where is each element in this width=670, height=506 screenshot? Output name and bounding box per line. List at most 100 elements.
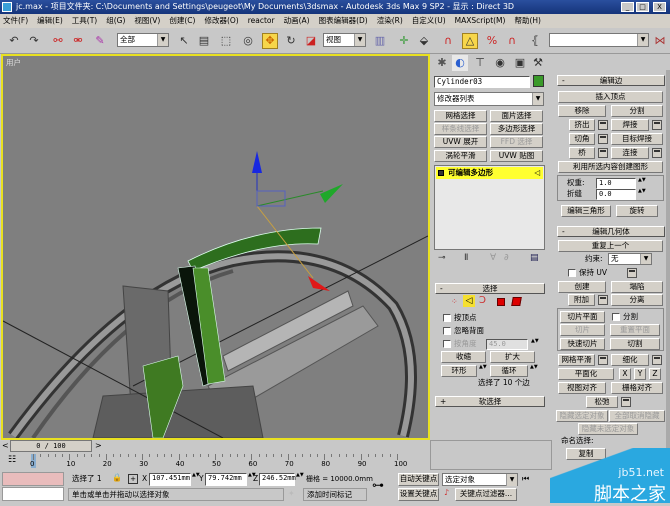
create-shape-button[interactable]: 利用所选内容创建图形 — [558, 161, 663, 173]
attach-button[interactable]: 附加 — [568, 294, 595, 306]
selection-rollout-header[interactable]: - 选择 — [435, 283, 545, 294]
z-spinner[interactable]: ▲▼ — [296, 473, 304, 484]
meshsmooth-settings-icon[interactable] — [598, 355, 608, 365]
panel-scrollbar[interactable] — [666, 70, 670, 470]
time-slider-thumb[interactable]: 0 / 100 — [10, 440, 92, 452]
menu-tools[interactable]: 工具(T) — [72, 14, 97, 28]
planar-y-button[interactable]: Y — [634, 368, 646, 380]
by-vertex-checkbox[interactable] — [443, 314, 451, 322]
collapse-button[interactable]: 塌陷 — [611, 281, 663, 293]
bridge-settings-icon[interactable] — [598, 148, 608, 158]
planar-z-button[interactable]: Z — [649, 368, 661, 380]
ignore-backfacing-checkbox[interactable] — [443, 327, 451, 335]
ring-button[interactable]: 环形 — [441, 365, 477, 377]
border-mode-icon[interactable]: Ɔ — [479, 295, 486, 306]
select-manipulate-icon[interactable]: ✛ — [396, 33, 412, 49]
edit-triangulation-button[interactable]: 编辑三角形 — [561, 205, 611, 217]
spline-select-button[interactable]: 样条线选择 — [434, 123, 487, 135]
patch-select-button[interactable]: 面片选择 — [490, 110, 543, 122]
slice-button[interactable]: 切片 — [560, 324, 605, 336]
motion-tab-icon[interactable]: ◉ — [492, 55, 508, 71]
rotate-icon[interactable]: ↻ — [283, 33, 299, 49]
pin-stack-icon[interactable]: ⊸ — [438, 253, 446, 263]
ffd-select-button[interactable]: FFD 选择 — [490, 136, 543, 148]
extrude-settings-icon[interactable] — [598, 120, 608, 130]
spinner-snap-icon[interactable]: ∩ — [504, 33, 520, 49]
poly-select-button[interactable]: 多边形选择 — [490, 123, 543, 135]
angle-spinner[interactable]: ▲▼ — [531, 339, 539, 350]
time-slider-track[interactable]: < 0 / 100 > — [0, 440, 430, 453]
bind-spacewarp-icon[interactable]: ✎ — [92, 33, 108, 49]
weld-settings-icon[interactable] — [652, 120, 662, 130]
object-name-input[interactable]: Cylinder03 — [434, 76, 530, 88]
menu-reactor[interactable]: reactor — [248, 14, 275, 28]
relax-settings-icon[interactable] — [621, 397, 631, 407]
extrude-button[interactable]: 挤出 — [569, 119, 595, 131]
menu-views[interactable]: 视图(V) — [134, 14, 160, 28]
split-checkbox[interactable] — [612, 313, 620, 321]
connect-settings-icon[interactable] — [652, 148, 662, 158]
scale-icon[interactable]: ◪ — [303, 33, 319, 49]
select-by-name-icon[interactable]: ▤ — [196, 33, 212, 49]
attach-settings-icon[interactable] — [598, 295, 608, 305]
show-end-result-icon[interactable]: Ⅱ — [464, 253, 468, 263]
constraint-dropdown[interactable]: 无 ▼ — [608, 253, 652, 265]
selection-filter-dropdown[interactable]: 全部 ▼ — [117, 33, 169, 47]
angle-snap-icon[interactable]: △ — [462, 33, 478, 49]
viewport-user[interactable]: 用户 — [1, 54, 430, 440]
loop-spinner[interactable]: ▲▼ — [530, 365, 538, 376]
curve-editor-icon[interactable]: ☷ — [8, 455, 16, 465]
create-button[interactable]: 创建 — [558, 281, 606, 293]
next-frame-icon[interactable]: > — [95, 441, 102, 450]
select-link-icon[interactable]: ⚯ — [50, 33, 66, 49]
absolute-mode-icon[interactable]: + — [128, 474, 138, 484]
detach-button[interactable]: 分离 — [611, 294, 663, 306]
menu-edit[interactable]: 编辑(E) — [37, 14, 63, 28]
element-mode-icon[interactable] — [511, 297, 522, 306]
set-key-icon[interactable]: ⊶ — [372, 478, 384, 492]
slice-plane-button[interactable]: 切片平面 — [560, 311, 605, 323]
uvw-unwrap-button[interactable]: UVW 展开 — [434, 136, 487, 148]
pivot-center-icon[interactable]: ▥ — [372, 33, 388, 49]
polygon-mode-icon[interactable] — [497, 298, 505, 306]
track-bar[interactable]: ☷ 0 10 20 30 40 50 60 70 80 90 100 — [0, 453, 430, 470]
tessellate-button[interactable]: 细化 — [611, 354, 649, 366]
utilities-tab-icon[interactable]: ⚒ — [530, 55, 546, 71]
mirror-icon[interactable]: ⋈ — [652, 33, 668, 49]
chamfer-settings-icon[interactable] — [598, 134, 608, 144]
select-object-icon[interactable]: ↖ — [176, 33, 192, 49]
menu-maxscript[interactable]: MAXScript(M) — [455, 14, 506, 28]
preserve-uv-checkbox[interactable] — [568, 269, 576, 277]
close-button[interactable]: X — [653, 2, 666, 12]
z-coord-input[interactable]: 246.52mm — [259, 473, 296, 486]
window-crossing-icon[interactable]: ◎ — [240, 33, 256, 49]
menu-modifiers[interactable]: 修改器(O) — [204, 14, 238, 28]
object-color-swatch[interactable] — [533, 75, 544, 87]
target-weld-button[interactable]: 目标焊接 — [611, 133, 663, 145]
named-selection-dropdown[interactable]: ▼ — [549, 33, 649, 47]
crease-spinner[interactable]: ▲▼ — [638, 189, 646, 200]
weight-input[interactable]: 1.0 — [596, 178, 636, 189]
lock-selection-icon[interactable]: 🔒 — [112, 473, 122, 482]
set-key-button[interactable]: 设置关键点 — [398, 488, 439, 501]
quickslice-button[interactable]: 快速切片 — [560, 338, 605, 350]
minimize-button[interactable]: _ — [621, 2, 634, 12]
hide-unselected-button[interactable]: 隐藏未选定对象 — [578, 423, 638, 435]
view-align-button[interactable]: 视图对齐 — [558, 382, 606, 394]
grid-align-button[interactable]: 栅格对齐 — [611, 382, 663, 394]
vertex-mode-icon[interactable]: ⁘ — [451, 297, 458, 306]
menu-customize[interactable]: 自定义(U) — [412, 14, 446, 28]
percent-snap-icon[interactable]: % — [484, 33, 500, 49]
turbosmooth-button[interactable]: 涡轮平滑 — [434, 150, 487, 162]
connect-button[interactable]: 连接 — [611, 147, 649, 159]
light-bulb-icon[interactable]: ◁ — [534, 167, 540, 179]
make-unique-icon[interactable]: ∀ — [490, 253, 496, 263]
configure-modifier-sets-icon[interactable]: ▤ — [530, 253, 539, 263]
menu-create[interactable]: 创建(C) — [169, 14, 195, 28]
modifier-list-dropdown[interactable]: 修改器列表 ▼ — [434, 92, 544, 106]
x-coord-input[interactable]: 107.451mm — [149, 473, 191, 486]
edit-named-selection-icon[interactable]: ⦃ — [527, 33, 543, 49]
menu-file[interactable]: 文件(F) — [3, 14, 28, 28]
reference-coord-dropdown[interactable]: 视图 ▼ — [323, 33, 366, 47]
edit-edges-rollout-header[interactable]: - 编辑边 — [557, 75, 665, 86]
